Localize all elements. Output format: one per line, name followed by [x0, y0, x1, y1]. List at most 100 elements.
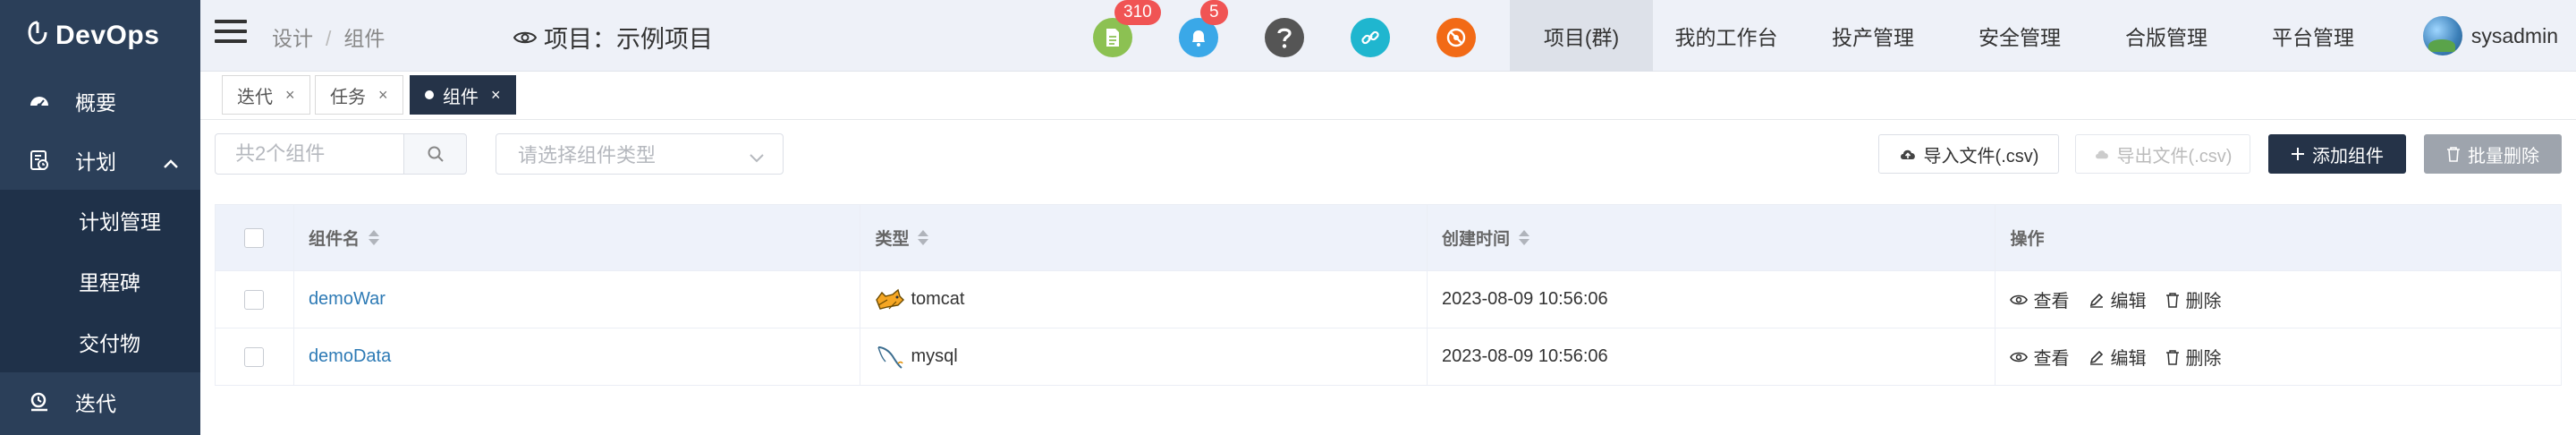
close-icon[interactable]: × [491, 86, 501, 105]
breadcrumb-item-design[interactable]: 设计 [272, 27, 313, 50]
batch-delete-label: 批量删除 [2468, 146, 2539, 166]
header-checkbox-cell [216, 205, 294, 270]
component-type: mysql [911, 346, 958, 366]
close-icon[interactable]: × [378, 86, 388, 105]
edit-label: 编辑 [2110, 292, 2147, 311]
menu-toggle-icon[interactable] [215, 20, 247, 48]
column-header-type[interactable]: 类型 [860, 205, 1428, 270]
close-icon[interactable]: × [285, 86, 295, 105]
sidebar-item-overview[interactable]: 概要 [0, 72, 200, 131]
delete-label: 删除 [2185, 292, 2222, 311]
row-checkbox[interactable] [244, 346, 265, 367]
component-name-link[interactable]: demoWar [309, 289, 386, 310]
nav-security-management[interactable]: 安全管理 [1946, 0, 2093, 72]
edit-button[interactable]: 编辑 [2089, 344, 2146, 370]
row-checkbox-cell [216, 271, 294, 328]
table-row: demoData mysql 2023-08-09 10:56:06 查看 编辑 [216, 328, 2561, 386]
tab-label: 迭代 [237, 87, 273, 107]
help-button[interactable] [1265, 18, 1304, 57]
delete-button[interactable]: 删除 [2165, 344, 2221, 370]
export-csv-button[interactable]: 导出文件(.csv) [2075, 134, 2250, 174]
devops-logo-icon [27, 21, 48, 52]
cell-created: 2023-08-09 10:56:06 [1428, 328, 1996, 385]
trash-icon [2166, 292, 2180, 308]
breadcrumb: 设计 / 组件 [272, 27, 386, 50]
sidebar-item-milestone[interactable]: 里程碑 [0, 251, 200, 311]
tab-component[interactable]: 组件 × [410, 75, 516, 115]
username: sysadmin [2470, 23, 2558, 47]
sidebar-item-plan-management[interactable]: 计划管理 [0, 190, 200, 251]
app-name: DevOps [55, 21, 160, 50]
trash-icon [2166, 349, 2180, 365]
select-placeholder: 请选择组件类型 [518, 144, 657, 166]
disable-button[interactable] [1436, 18, 1476, 57]
sort-icon[interactable] [918, 230, 929, 245]
add-component-button[interactable]: 添加组件 [2268, 134, 2406, 174]
column-header-actions: 操作 [1996, 205, 2561, 270]
iteration-icon [29, 391, 50, 413]
link-button[interactable] [1351, 18, 1390, 57]
breadcrumb-item-component: 组件 [343, 27, 386, 50]
notifications-button[interactable]: 5 [1179, 0, 1228, 57]
edit-button[interactable]: 编辑 [2089, 286, 2146, 312]
created-time: 2023-08-09 10:56:06 [1441, 346, 1608, 366]
column-header-created[interactable]: 创建时间 [1428, 205, 1996, 270]
nav-project-group[interactable]: 项目(群) [1510, 0, 1653, 72]
export-label: 导出文件(.csv) [2116, 146, 2233, 166]
nav-platform-management[interactable]: 平台管理 [2240, 0, 2386, 72]
row-checkbox-cell [216, 328, 294, 385]
tab-iteration[interactable]: 迭代 × [222, 75, 310, 115]
chevron-down-icon [749, 147, 765, 170]
component-type-select[interactable]: 请选择组件类型 [496, 133, 784, 175]
edit-icon [2090, 350, 2104, 365]
delete-label: 删除 [2185, 349, 2222, 369]
batch-delete-button[interactable]: 批量删除 [2424, 134, 2562, 174]
active-dot-icon [425, 90, 434, 99]
cell-name: demoWar [294, 271, 861, 328]
top-header: 设计 / 组件 项目：示例项目 310 5 项目(群) 我的工作台 投产管理 安全管… [200, 0, 2576, 72]
notifications-badge: 5 [1200, 0, 1228, 25]
nav-release-management[interactable]: 投产管理 [1800, 0, 1946, 72]
row-checkbox[interactable] [244, 289, 265, 310]
sidebar-item-iteration[interactable]: 迭代 [0, 372, 200, 431]
delete-button[interactable]: 删除 [2165, 286, 2221, 312]
sort-icon[interactable] [1518, 230, 1530, 245]
nav-merge-management[interactable]: 合版管理 [2093, 0, 2240, 72]
project-name: 项目：示例项目 [544, 26, 713, 53]
app-logo[interactable]: DevOps [0, 0, 200, 72]
sidebar-item-plan[interactable]: 计划 [0, 131, 200, 190]
view-button[interactable]: 查看 [2010, 344, 2069, 370]
sort-icon[interactable] [368, 230, 379, 245]
page-tabs: 迭代 × 任务 × 组件 × [200, 72, 2576, 120]
sidebar-item-deliverables[interactable]: 交付物 [0, 311, 200, 372]
plan-icon [29, 149, 50, 171]
component-name-link[interactable]: demoData [309, 346, 391, 367]
main-content: 请选择组件类型 导入文件(.csv) 导出文件(.csv) 添加组件 批量删除 … [200, 120, 2576, 435]
search-input[interactable] [215, 133, 404, 175]
mysql-icon [875, 344, 905, 371]
view-button[interactable]: 查看 [2010, 286, 2069, 312]
sidebar-submenu-plan: 计划管理 里程碑 交付物 [0, 190, 200, 372]
chevron-up-icon [163, 150, 179, 175]
tab-task[interactable]: 任务 × [315, 75, 403, 115]
import-csv-button[interactable]: 导入文件(.csv) [1878, 134, 2059, 174]
column-header-name[interactable]: 组件名 [294, 205, 861, 270]
select-all-checkbox[interactable] [244, 227, 265, 248]
search-button[interactable] [404, 133, 467, 175]
cloud-download-icon [2095, 150, 2108, 159]
eye-icon [513, 31, 537, 43]
edit-icon [2090, 293, 2104, 308]
avatar [2422, 16, 2462, 55]
column-label: 操作 [2010, 230, 2045, 249]
view-label: 查看 [2033, 349, 2070, 369]
search-icon [428, 146, 444, 162]
docs-button[interactable]: 310 [1093, 0, 1161, 57]
user-menu[interactable]: sysadmin [2422, 16, 2558, 55]
sidebar-item-label: 计划 [75, 150, 116, 174]
plus-icon [2292, 148, 2304, 160]
edit-label: 编辑 [2110, 349, 2147, 369]
docs-badge: 310 [1114, 0, 1161, 25]
document-icon [1106, 29, 1119, 47]
nav-my-workbench[interactable]: 我的工作台 [1653, 0, 1800, 72]
project-selector[interactable]: 项目：示例项目 [513, 20, 713, 55]
